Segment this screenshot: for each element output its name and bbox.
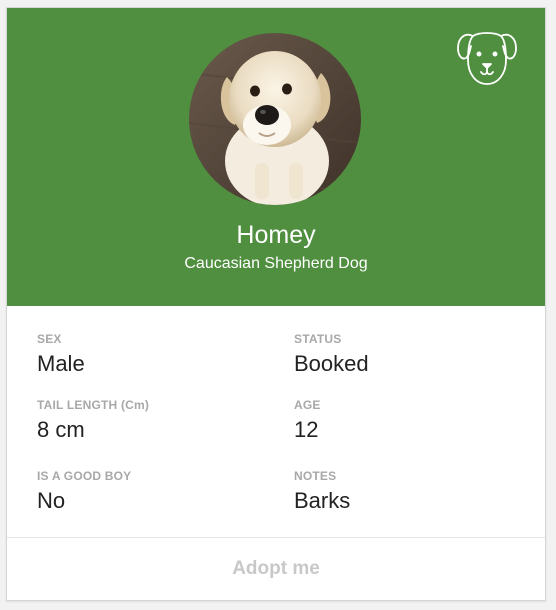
detail-good-boy: IS A GOOD BOY No bbox=[37, 469, 277, 514]
detail-status: STATUS Booked bbox=[294, 332, 534, 377]
detail-label: NOTES bbox=[294, 469, 337, 483]
dog-photo bbox=[189, 33, 361, 205]
detail-value: 8 cm bbox=[37, 417, 85, 442]
detail-label: IS A GOOD BOY bbox=[37, 469, 132, 483]
detail-age: AGE 12 bbox=[294, 398, 534, 443]
detail-value: Barks bbox=[294, 488, 351, 513]
detail-label: TAIL LENGTH (Cm) bbox=[37, 398, 150, 412]
pet-card: Homey Caucasian Shepherd Dog SEX Male ST… bbox=[6, 7, 546, 601]
detail-value: 12 bbox=[294, 417, 319, 442]
detail-value: No bbox=[37, 488, 66, 513]
pet-breed: Caucasian Shepherd Dog bbox=[184, 255, 368, 272]
detail-label: AGE bbox=[294, 398, 321, 412]
pet-name: Homey bbox=[236, 221, 316, 249]
detail-label: SEX bbox=[37, 332, 62, 346]
detail-value: Booked bbox=[294, 351, 369, 376]
detail-sex: SEX Male bbox=[37, 332, 277, 377]
card-header: Homey Caucasian Shepherd Dog bbox=[7, 8, 545, 306]
detail-notes: NOTES Barks bbox=[294, 469, 534, 514]
detail-label: STATUS bbox=[294, 332, 342, 346]
adopt-button[interactable]: Adopt me bbox=[7, 538, 545, 600]
detail-value: Male bbox=[37, 351, 85, 376]
dog-face-icon bbox=[455, 26, 519, 88]
detail-tail-length: TAIL LENGTH (Cm) 8 cm bbox=[37, 398, 277, 443]
